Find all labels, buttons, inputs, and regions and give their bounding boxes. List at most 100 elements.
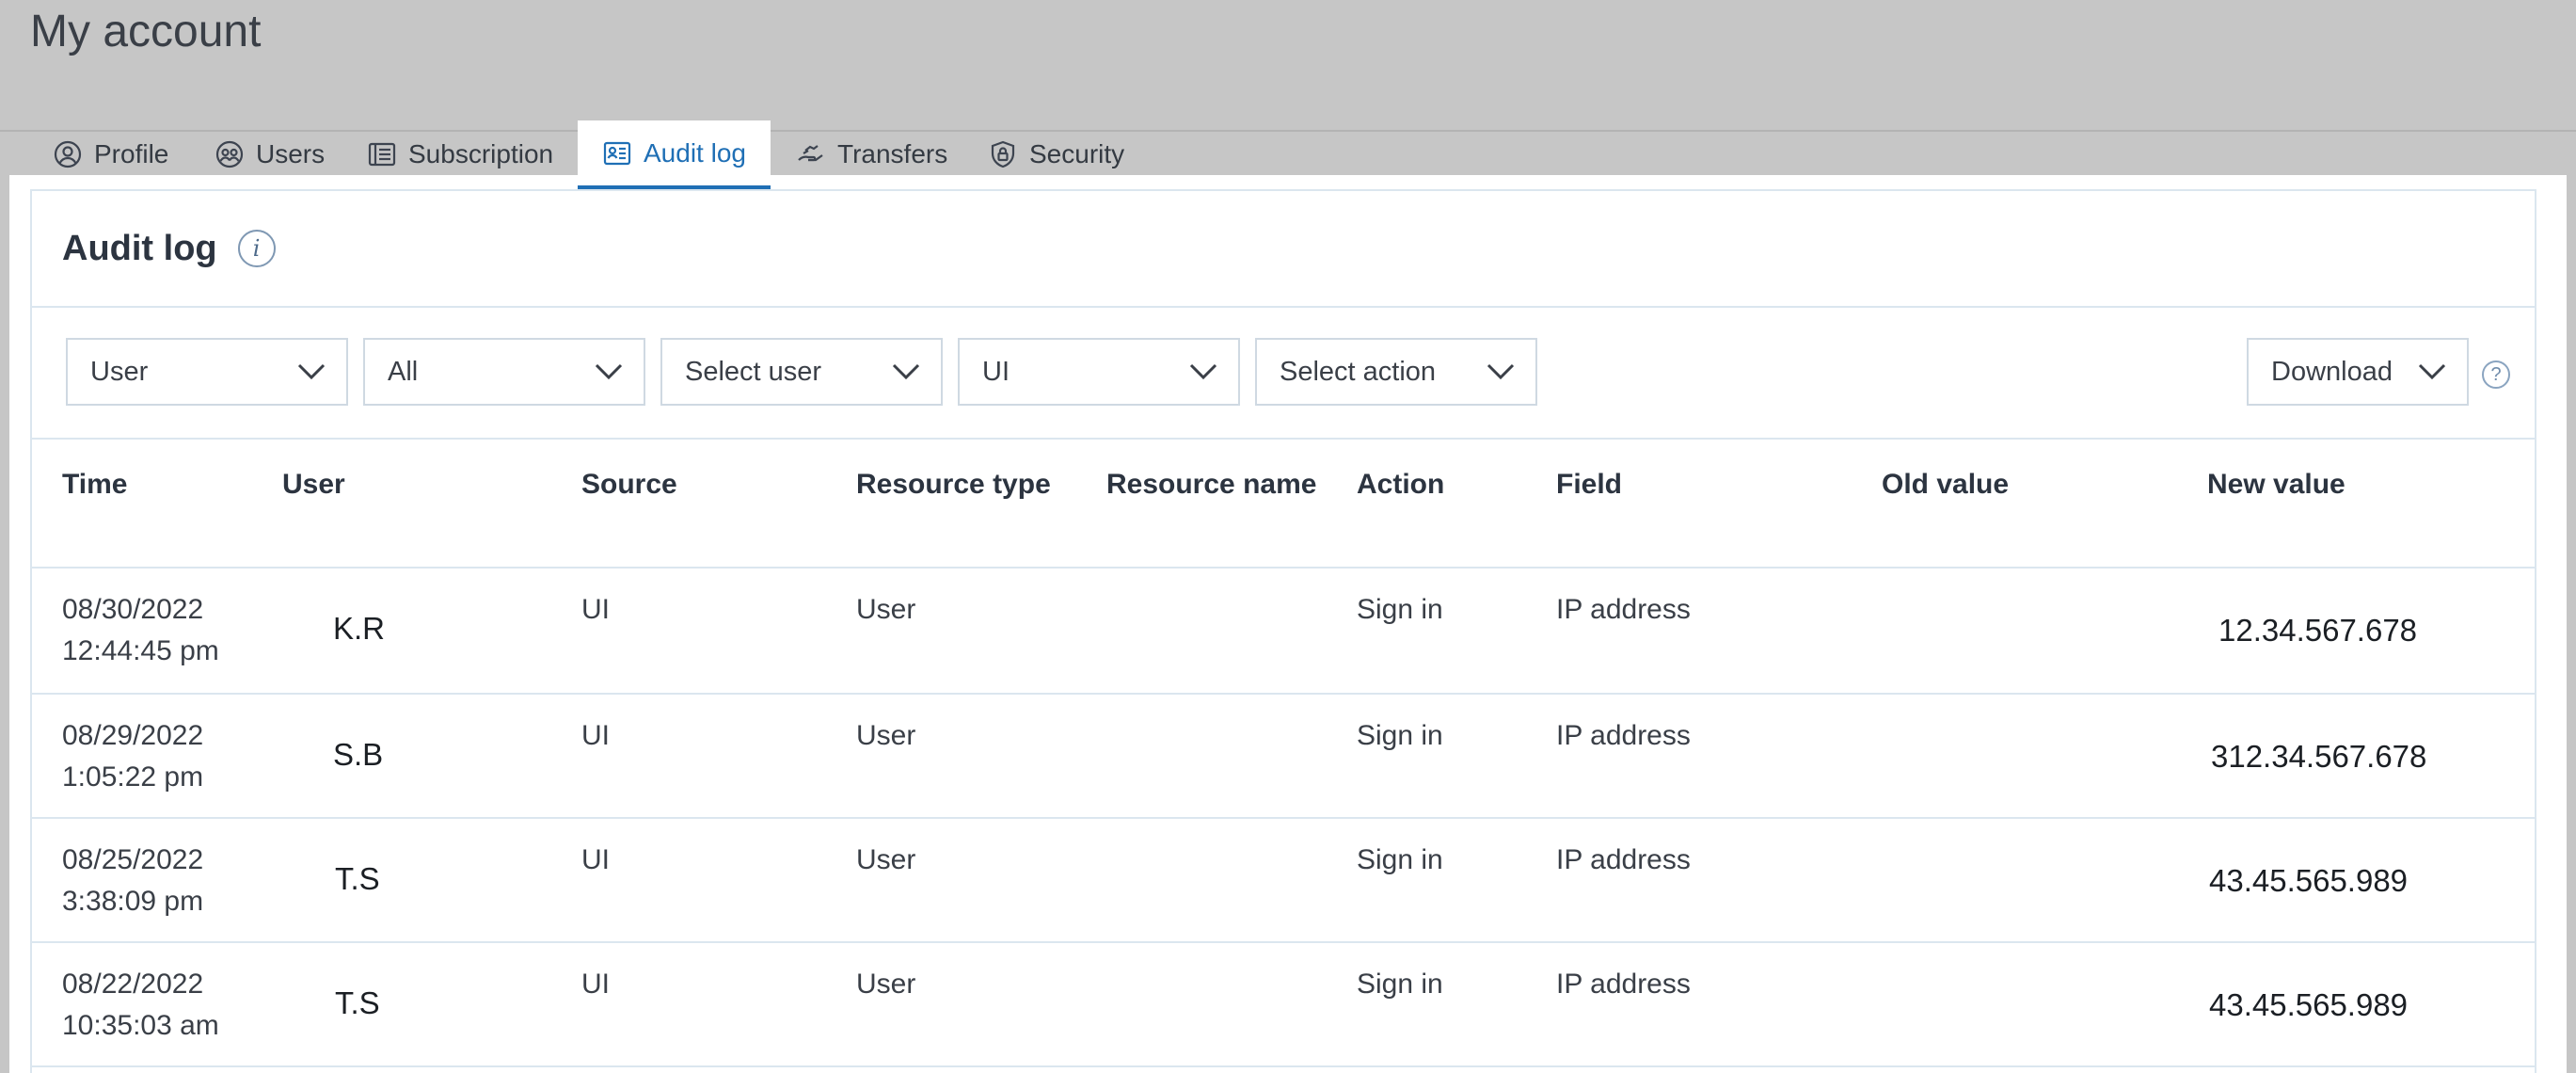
column-header-time[interactable]: Time xyxy=(32,440,282,568)
info-icon[interactable]: i xyxy=(237,230,276,267)
user-circle-icon xyxy=(53,139,83,169)
resource-type-cell: User xyxy=(856,844,916,875)
select-value: All xyxy=(388,356,419,387)
source-cell: UI xyxy=(581,594,610,625)
source-cell: UI xyxy=(581,844,610,875)
chevron-down-icon xyxy=(595,363,623,380)
field-cell: IP address xyxy=(1556,844,1691,875)
table-header-row: Time User Source Resource type Resource … xyxy=(32,440,2535,568)
source-cell: UI xyxy=(581,720,610,751)
table-row: 08/25/2022 3:38:09 pm T.S UI User Sign in… xyxy=(32,818,2535,942)
chevron-down-icon xyxy=(297,363,326,380)
select-value: Select user xyxy=(685,356,822,387)
time-text: 1:05:22 pm xyxy=(62,761,204,793)
date-text: 08/22/2022 xyxy=(62,969,204,1000)
action-select[interactable]: Select action xyxy=(1255,338,1537,406)
tab-label: Profile xyxy=(94,139,169,168)
resource-name-cell xyxy=(1106,942,1357,1066)
table-row: 08/30/2022 12:44:45 pm K.R UI User Sign i… xyxy=(32,568,2535,694)
download-label: Download xyxy=(2271,356,2393,387)
audit-log-card: Audit log i User All Select user UI Sele… xyxy=(30,189,2536,1073)
id-card-icon xyxy=(602,138,632,168)
column-header-source[interactable]: Source xyxy=(581,440,856,568)
column-header-action[interactable]: Action xyxy=(1357,440,1556,568)
resource-name-cell xyxy=(1106,818,1357,942)
date-text: 08/30/2022 xyxy=(62,594,204,625)
select-value: UI xyxy=(982,356,1010,387)
action-cell: Sign in xyxy=(1357,969,1443,1000)
audit-log-table: Time User Source Resource type Resource … xyxy=(32,440,2535,1067)
time-text: 12:44:45 pm xyxy=(62,635,219,666)
resource-type-cell: User xyxy=(856,720,916,751)
tab-label: Transfers xyxy=(837,139,948,168)
field-cell: IP address xyxy=(1556,720,1691,751)
select-value: User xyxy=(90,356,149,387)
document-icon xyxy=(367,139,397,169)
column-header-new-value[interactable]: New value xyxy=(2207,440,2535,568)
user-cell: T.S xyxy=(335,861,380,896)
column-header-resource-name[interactable]: Resource name xyxy=(1106,440,1357,568)
source-cell: UI xyxy=(581,969,610,1000)
table-row: 08/29/2022 1:05:22 pm S.B UI User Sign in… xyxy=(32,694,2535,818)
table-row: 08/22/2022 10:35:03 am T.S UI User Sign i… xyxy=(32,942,2535,1066)
time-cell: 08/30/2022 12:44:45 pm xyxy=(32,568,282,694)
action-cell: Sign in xyxy=(1357,844,1443,875)
filter-bar: User All Select user UI Select action Do… xyxy=(32,308,2535,440)
shield-lock-icon xyxy=(988,139,1018,169)
tab-label: Security xyxy=(1029,139,1125,168)
tab-subscription[interactable]: Subscription xyxy=(367,120,553,188)
date-text: 08/25/2022 xyxy=(62,844,204,875)
column-header-field[interactable]: Field xyxy=(1556,440,1882,568)
user-cell: K.R xyxy=(333,611,386,646)
old-value-cell xyxy=(1882,942,2207,1066)
account-tabs: Profile Users Subscription Audit log Tra… xyxy=(0,120,2576,190)
time-cell: 08/22/2022 10:35:03 am xyxy=(32,942,282,1066)
new-value-cell: 312.34.567.678 xyxy=(2211,739,2427,774)
time-cell: 08/29/2022 1:05:22 pm xyxy=(32,694,282,818)
chevron-down-icon xyxy=(1487,363,1515,380)
card-title: Audit log xyxy=(62,228,217,268)
new-value-cell: 43.45.565.989 xyxy=(2209,987,2409,1022)
user-cell: S.B xyxy=(333,737,384,772)
tab-transfers[interactable]: Transfers xyxy=(796,120,947,188)
old-value-cell xyxy=(1882,818,2207,942)
date-text: 08/29/2022 xyxy=(62,720,204,751)
page-title: My account xyxy=(30,7,262,56)
column-header-user[interactable]: User xyxy=(282,440,581,568)
card-header: Audit log i xyxy=(32,191,2535,308)
resource-name-cell xyxy=(1106,568,1357,694)
help-icon[interactable]: ? xyxy=(2482,360,2510,389)
tab-label: Subscription xyxy=(408,139,554,168)
resource-type-cell: User xyxy=(856,594,916,625)
time-text: 10:35:03 am xyxy=(62,1010,219,1041)
column-header-old-value[interactable]: Old value xyxy=(1882,440,2207,568)
tab-label: Audit log xyxy=(644,137,746,168)
action-cell: Sign in xyxy=(1357,720,1443,751)
new-value-cell: 43.45.565.989 xyxy=(2209,863,2409,898)
user-cell: T.S xyxy=(335,985,380,1020)
download-button[interactable]: Download xyxy=(2247,338,2469,406)
new-value-cell: 12.34.567.678 xyxy=(2218,613,2418,648)
entity-type-select[interactable]: User xyxy=(66,338,348,406)
source-select[interactable]: UI xyxy=(958,338,1240,406)
resource-type-cell: User xyxy=(856,969,916,1000)
action-cell: Sign in xyxy=(1357,594,1443,625)
old-value-cell xyxy=(1882,694,2207,818)
chevron-down-icon xyxy=(2418,363,2446,380)
select-value: Select action xyxy=(1280,356,1437,387)
tab-security[interactable]: Security xyxy=(988,120,1124,188)
scope-select[interactable]: All xyxy=(363,338,645,406)
column-header-resource-type[interactable]: Resource type xyxy=(856,440,1106,568)
tab-users[interactable]: Users xyxy=(215,120,325,188)
resource-name-cell xyxy=(1106,694,1357,818)
old-value-cell xyxy=(1882,568,2207,694)
time-cell: 08/25/2022 3:38:09 pm xyxy=(32,818,282,942)
chevron-down-icon xyxy=(1189,363,1217,380)
tab-profile[interactable]: Profile xyxy=(53,120,168,188)
tab-audit-log[interactable]: Audit log xyxy=(578,120,771,190)
field-cell: IP address xyxy=(1556,969,1691,1000)
user-select[interactable]: Select user xyxy=(660,338,943,406)
time-text: 3:38:09 pm xyxy=(62,886,204,917)
hand-transfer-icon xyxy=(796,139,826,169)
field-cell: IP address xyxy=(1556,594,1691,625)
